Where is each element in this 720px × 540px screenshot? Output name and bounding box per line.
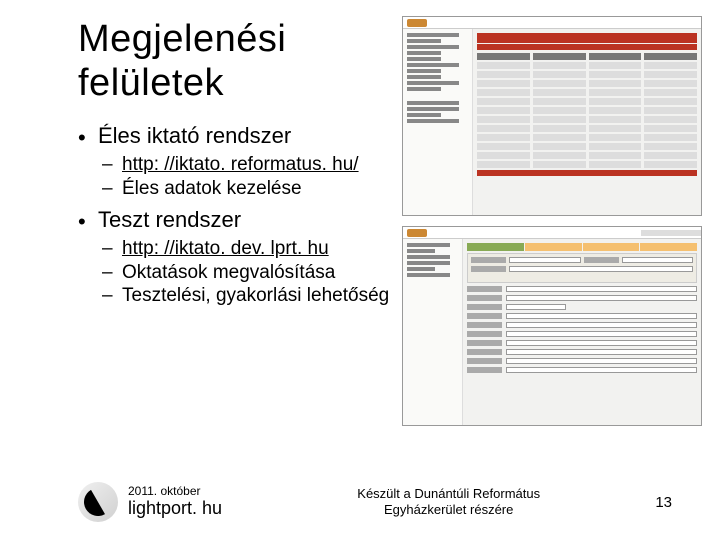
screenshot-live-system xyxy=(402,16,702,216)
footer-brand: lightport. hu xyxy=(128,498,222,520)
footer-date: 2011. október xyxy=(128,484,222,498)
live-system-link[interactable]: http: //iktato. reformatus. hu/ xyxy=(122,154,359,175)
footer-attribution: Készült a Dunántúli Református Egyházker… xyxy=(222,486,655,517)
page-number: 13 xyxy=(655,494,684,511)
footer-left: 2011. október lightport. hu xyxy=(128,484,222,520)
sub-test-url: http: //iktato. dev. lprt. hu xyxy=(122,237,408,261)
slide-footer: 2011. október lightport. hu Készült a Du… xyxy=(0,482,720,522)
lightport-logo-icon xyxy=(78,482,118,522)
sub-test-practice: Tesztelési, gyakorlási lehetőség xyxy=(122,284,408,308)
screenshot-test-system xyxy=(402,226,702,426)
test-system-link[interactable]: http: //iktato. dev. lprt. hu xyxy=(122,238,329,259)
slide: Megjelenési felületek Éles iktató rendsz… xyxy=(0,0,720,540)
sub-test-training: Oktatások megvalósítása xyxy=(122,261,408,285)
